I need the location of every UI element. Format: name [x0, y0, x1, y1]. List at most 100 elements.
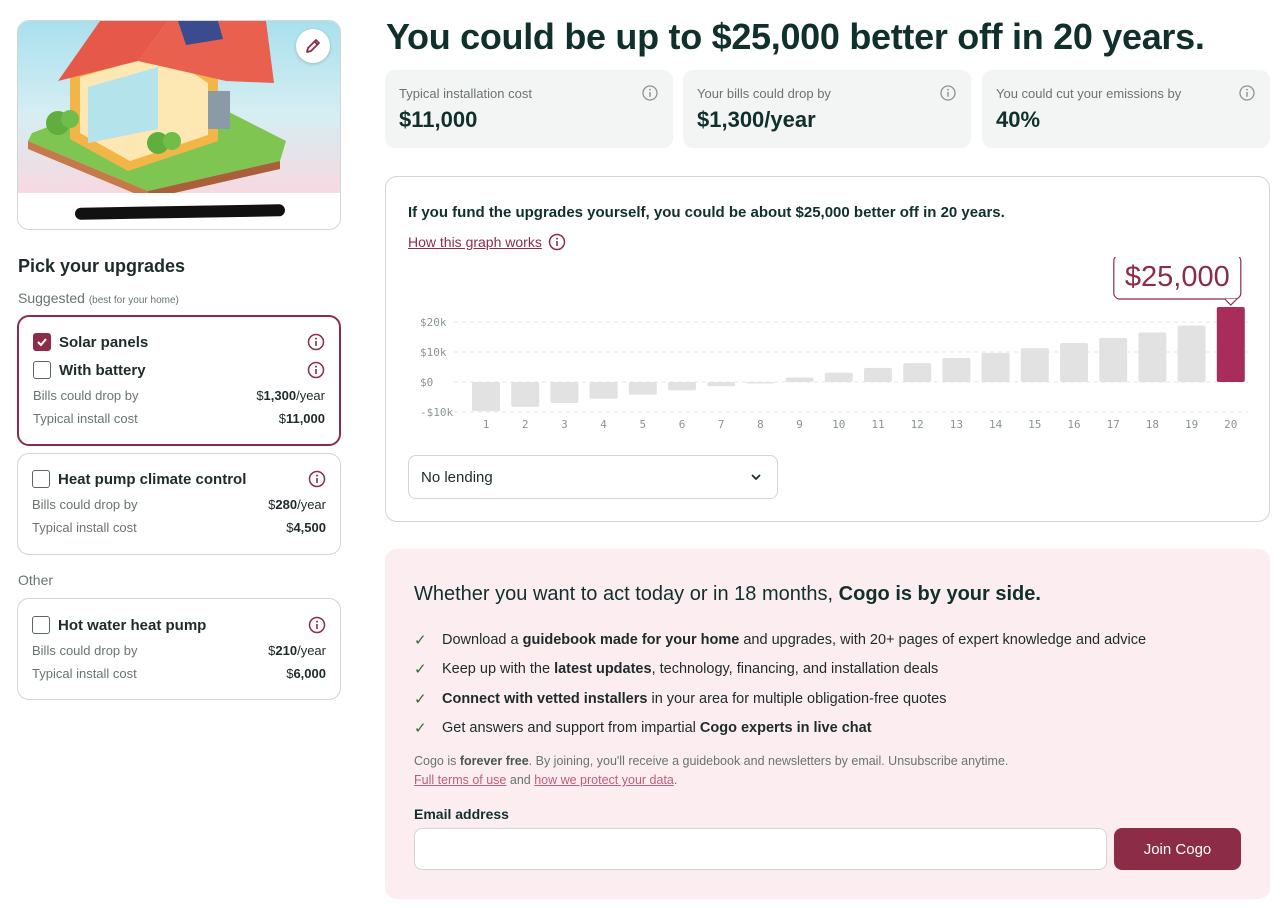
how-graph-works-link[interactable]: How this graph works — [408, 233, 566, 251]
upgrade-card-heat-pump[interactable]: Heat pump climate control Bills could dr… — [17, 453, 341, 555]
savings-bar-chart: $20k$10k$0-$10k1 2 3 4 5 6 7 8 9 10 11 12 13 14 15 16 17… — [420, 257, 1248, 431]
install-label: Typical install cost — [32, 666, 137, 681]
kpi-label: Your bills could drop by — [697, 86, 831, 101]
value-callout: $25,000 — [1125, 261, 1230, 293]
benefit-text-part: and upgrades, with 20+ pages of expert k… — [739, 631, 1147, 648]
suggested-label-text: Suggested — [18, 290, 85, 306]
chart-bar — [1138, 332, 1167, 382]
join-cogo-button[interactable]: Join Cogo — [1114, 828, 1241, 870]
chart-bar — [550, 382, 579, 403]
upgrade-row-battery[interactable]: With battery — [33, 356, 325, 384]
x-tick-label: 18 — [1146, 418, 1159, 431]
battery-checkbox[interactable] — [33, 361, 51, 379]
upgrade-row-heat-pump[interactable]: Heat pump climate control — [32, 465, 326, 493]
install-amount: 6,000 — [293, 666, 326, 681]
x-tick-label: 17 — [1107, 418, 1120, 431]
and-text: and — [506, 773, 535, 787]
kpi-value: $1,300/year — [697, 107, 816, 132]
cta-title-bold: Cogo is by your side. — [838, 583, 1041, 605]
period: . — [673, 773, 678, 787]
info-icon[interactable] — [1238, 84, 1256, 102]
email-input[interactable] — [414, 828, 1107, 870]
graph-title: If you fund the upgrades yourself, you c… — [408, 204, 1005, 221]
info-icon[interactable] — [939, 84, 957, 102]
benefit-text-bold: Connect with vetted installers — [442, 690, 648, 707]
x-tick-label: 8 — [757, 418, 764, 431]
chart-bar — [1216, 307, 1245, 382]
upgrade-row-hot-water[interactable]: Hot water heat pump — [32, 611, 326, 639]
other-label: Other — [18, 572, 54, 588]
house-illustration — [18, 21, 340, 199]
chart-bar — [589, 382, 618, 399]
benefit-text-bold: Cogo experts in live chat — [699, 720, 872, 737]
benefit-text-bold: latest updates — [554, 661, 652, 678]
x-tick-label: 6 — [679, 418, 686, 431]
benefit-text: Get answers and support from impartial C… — [442, 720, 872, 736]
suggested-label: Suggested (best for your home) — [18, 290, 179, 306]
hot-water-checkbox[interactable] — [32, 616, 50, 634]
info-icon[interactable] — [308, 470, 326, 488]
heat-pump-checkbox[interactable] — [32, 470, 50, 488]
info-icon[interactable] — [307, 333, 325, 351]
chart-bar — [1060, 343, 1088, 382]
chart-bar — [628, 382, 657, 395]
install-prefix: $ — [278, 411, 286, 426]
address-bar — [18, 193, 340, 229]
info-icon[interactable] — [307, 361, 325, 379]
upgrade-name: Heat pump climate control — [58, 470, 247, 488]
edit-house-button[interactable] — [296, 29, 330, 63]
checkmark-icon: ✓ — [414, 720, 427, 738]
chart-bar — [942, 358, 971, 382]
install-cost-row: Typical install cost $11,000 — [33, 407, 325, 430]
benefit-text-bold: guidebook made for your home — [522, 631, 740, 648]
how-graph-works-label: How this graph works — [408, 234, 542, 250]
privacy-link[interactable]: how we protect your data — [534, 773, 674, 787]
benefit-text: Connect with vetted installers in your a… — [442, 691, 947, 707]
fine-print-1: Cogo is — [414, 754, 460, 768]
kpi-value: $11,000 — [399, 107, 478, 132]
benefit-item: ✓ Download a guidebook made for your home… — [414, 625, 1146, 655]
info-icon[interactable] — [641, 84, 659, 102]
join-cogo-card: Whether you want to act today or in 18 m… — [385, 549, 1270, 899]
bills-label: Bills could drop by — [32, 643, 138, 658]
x-tick-label: 5 — [639, 418, 646, 431]
page-headline: You could be up to $25,000 better off in… — [386, 16, 1205, 57]
bills-amount: 210 — [275, 643, 298, 658]
install-amount: 11,000 — [285, 411, 325, 426]
chart-bar — [707, 382, 736, 387]
chart-bar — [1177, 325, 1206, 382]
checkmark-icon: ✓ — [414, 661, 427, 679]
lending-select[interactable]: No lending — [408, 455, 778, 499]
upgrade-row-solar[interactable]: Solar panels — [33, 328, 325, 356]
check-icon — [37, 338, 47, 347]
solar-checkbox[interactable] — [33, 333, 51, 351]
x-tick-label: 9 — [796, 418, 803, 431]
x-tick-label: 12 — [911, 418, 924, 431]
upgrade-name: Solar panels — [59, 333, 149, 351]
kpi-value: 40% — [996, 107, 1041, 132]
bills-value: $1,300/year — [256, 388, 325, 403]
x-tick-label: 19 — [1185, 418, 1198, 431]
bills-value: $210/year — [268, 643, 326, 658]
info-icon[interactable] — [308, 616, 326, 634]
fine-print-bold: forever free — [459, 754, 529, 768]
kpi-emissions: You could cut your emissions by 40% — [982, 70, 1270, 148]
house-card — [17, 20, 341, 230]
install-value: $6,000 — [286, 666, 326, 681]
x-tick-label: 14 — [989, 418, 1003, 431]
install-value: $11,000 — [279, 411, 325, 426]
bills-amount: 1,300 — [263, 388, 297, 403]
upgrade-card-solar[interactable]: Solar panels With battery Bills could dr… — [17, 315, 341, 446]
benefits-list: ✓ Download a guidebook made for your home… — [414, 625, 1146, 743]
checkmark-icon: ✓ — [414, 690, 427, 708]
suggested-note: (best for your home) — [88, 295, 179, 306]
bills-drop-row: Bills could drop by $1,300/year — [33, 384, 325, 407]
upgrade-card-hot-water[interactable]: Hot water heat pump Bills could drop by … — [17, 598, 341, 700]
benefit-item: ✓ Get answers and support from impartial … — [414, 714, 1146, 744]
bills-label: Bills could drop by — [32, 497, 138, 512]
install-amount: 4,500 — [293, 520, 326, 535]
benefit-text-part: in your area for multiple obligation-fre… — [647, 690, 947, 707]
fine-print-2: . By joining, you'll receive a guidebook… — [528, 754, 1009, 768]
chart-bar — [1020, 348, 1049, 382]
terms-link[interactable]: Full terms of use — [414, 773, 506, 787]
